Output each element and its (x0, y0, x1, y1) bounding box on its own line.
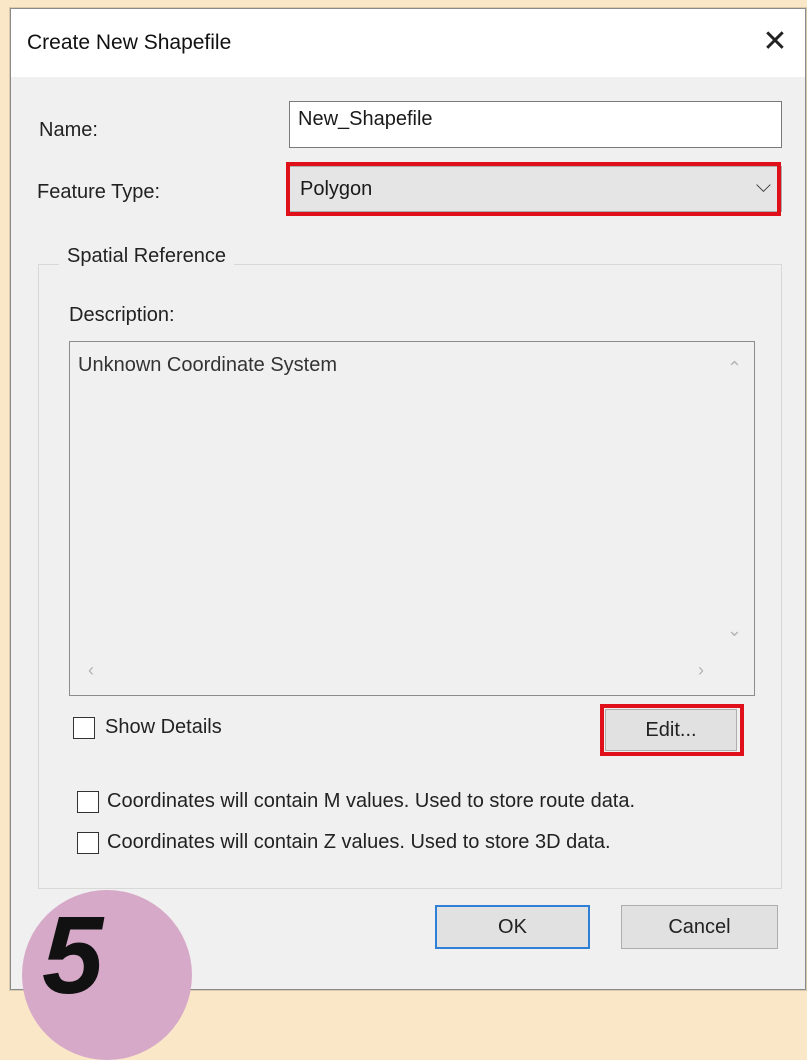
name-label: Name: (39, 119, 98, 141)
scroll-right-icon[interactable]: › (698, 660, 704, 681)
create-new-shapefile-dialog: Create New Shapefile ✕ Name: New_Shapefi… (10, 8, 806, 990)
spatial-reference-legend: Spatial Reference (59, 245, 234, 268)
title-bar: Create New Shapefile ✕ (11, 9, 805, 77)
scroll-down-icon[interactable]: ⌄ (727, 620, 742, 641)
show-details-label: Show Details (105, 716, 222, 738)
edit-button-highlight (600, 704, 744, 756)
scroll-up-icon[interactable]: ⌃ (727, 358, 742, 379)
m-values-label: Coordinates will contain M values. Used … (107, 790, 636, 812)
ok-button[interactable]: OK (435, 905, 590, 949)
close-icon[interactable]: ✕ (759, 27, 791, 59)
description-box[interactable]: Unknown Coordinate System ⌃ ⌄ ‹ › (69, 341, 755, 696)
name-input[interactable]: New_Shapefile (289, 101, 782, 148)
step-badge-number: 5 (42, 894, 104, 1017)
scroll-left-icon[interactable]: ‹ (88, 660, 94, 681)
dialog-title: Create New Shapefile (27, 31, 232, 54)
m-values-checkbox[interactable] (77, 791, 99, 813)
z-values-checkbox[interactable] (77, 832, 99, 854)
z-values-label: Coordinates will contain Z values. Used … (107, 831, 611, 853)
name-input-value: New_Shapefile (298, 108, 433, 130)
feature-type-label: Feature Type: (37, 181, 161, 203)
show-details-checkbox[interactable] (73, 717, 95, 739)
feature-type-highlight (286, 162, 781, 216)
description-text: Unknown Coordinate System (78, 354, 338, 376)
description-label: Description: (69, 304, 175, 326)
cancel-button[interactable]: Cancel (621, 905, 778, 949)
